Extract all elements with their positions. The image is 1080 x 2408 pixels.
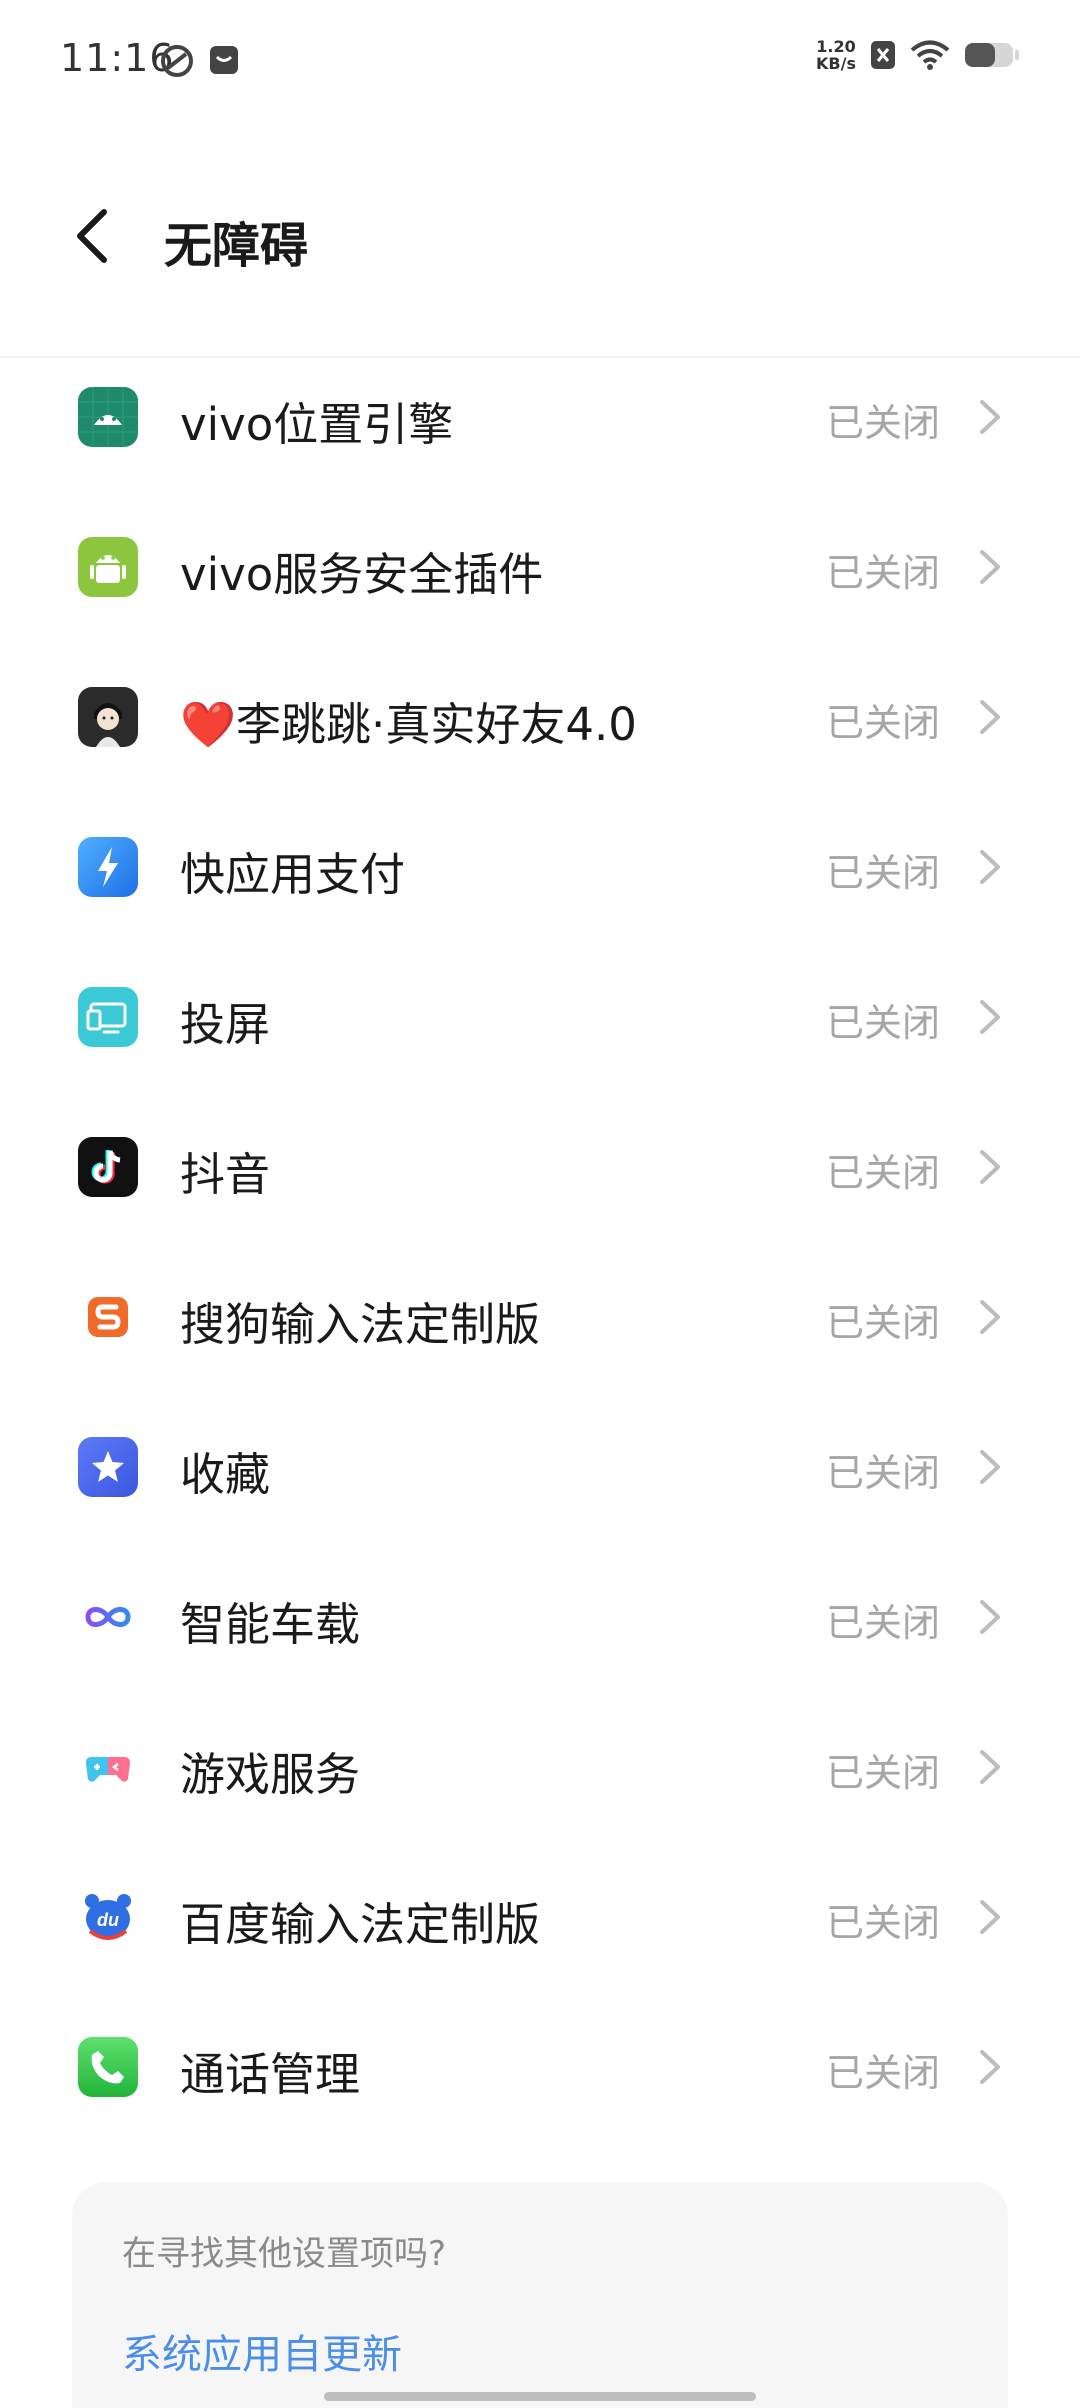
chevron-right-icon (980, 1300, 1000, 1334)
network-speed-value: 1.20 (816, 37, 856, 56)
list-item-baidu-input[interactable]: du 百度输入法定制版 已关闭 (0, 1842, 1080, 1992)
list-item-douyin[interactable]: 抖音 已关闭 (0, 1092, 1080, 1242)
list-item-status: 已关闭 (825, 1001, 940, 1045)
list-item-status: 已关闭 (825, 851, 940, 895)
more-settings-card: 在寻找其他设置项吗? 系统应用自更新 (72, 2182, 1008, 2408)
chevron-right-icon (980, 400, 1000, 434)
baidu-du-icon: du (78, 1887, 138, 1947)
list-item-label: vivo服务安全插件 (180, 548, 544, 601)
battery-icon (965, 43, 1019, 67)
no-sim-icon (871, 41, 895, 69)
infinity-icon (78, 1587, 138, 1647)
list-item-status: 已关闭 (825, 401, 940, 445)
star-icon (78, 1437, 138, 1497)
network-speed-unit: KB/s (816, 54, 856, 73)
list-item-status: 已关闭 (825, 701, 940, 745)
chevron-right-icon (980, 550, 1000, 584)
list-item-status: 已关闭 (825, 1901, 940, 1945)
sogou-icon (78, 1287, 138, 1347)
chevron-right-icon (980, 1900, 1000, 1934)
back-arrow-icon[interactable] (68, 206, 116, 266)
message-notification-icon (210, 46, 238, 74)
list-item-game-service[interactable]: 游戏服务 已关闭 (0, 1692, 1080, 1842)
list-item-label: 抖音 (180, 1148, 271, 1201)
android-green-icon (78, 387, 138, 447)
list-item-screen-cast[interactable]: 投屏 已关闭 (0, 942, 1080, 1092)
status-bar: 11:16 1.20 KB/s (0, 0, 1080, 130)
list-item-call-management[interactable]: 通话管理 已关闭 (0, 1992, 1080, 2142)
network-speed: 1.20 KB/s (816, 38, 856, 72)
list-item-label: 智能车载 (180, 1598, 361, 1651)
list-item-vivo-security-plugin[interactable]: vivo服务安全插件 已关闭 (0, 492, 1080, 642)
chevron-right-icon (980, 2050, 1000, 2084)
list-item-vivo-location-engine[interactable]: vivo位置引擎 已关闭 (0, 342, 1080, 492)
status-time: 11:16 (60, 36, 175, 80)
more-settings-question: 在寻找其他设置项吗? (122, 2234, 447, 2274)
list-item-status: 已关闭 (825, 2051, 940, 2095)
list-item-status: 已关闭 (825, 1601, 940, 1645)
list-item-label: 搜狗输入法定制版 (180, 1298, 541, 1351)
list-item-label: 游戏服务 (180, 1748, 361, 1801)
gamepad-icon (78, 1737, 138, 1797)
title-bar: 无障碍 (0, 130, 1080, 358)
list-item-smart-car[interactable]: 智能车载 已关闭 (0, 1542, 1080, 1692)
wifi-icon (910, 40, 950, 70)
douyin-icon (78, 1137, 138, 1197)
home-indicator[interactable] (324, 2392, 756, 2401)
chevron-right-icon (980, 1600, 1000, 1634)
chevron-right-icon (980, 850, 1000, 884)
android-lime-icon (78, 537, 138, 597)
phone-icon (78, 2037, 138, 2097)
avatar-cartoon-icon (78, 687, 138, 747)
status-left-icons (160, 44, 240, 78)
screen-cast-icon (78, 987, 138, 1047)
list-item-status: 已关闭 (825, 1301, 940, 1345)
chevron-right-icon (980, 1450, 1000, 1484)
service-list: vivo位置引擎 已关闭 vivo服务安全插件 已关闭 ❤️李跳跳·真实好友4.… (0, 342, 1080, 2142)
list-item-label: 收藏 (180, 1448, 271, 1501)
chevron-right-icon (980, 700, 1000, 734)
list-item-label: 快应用支付 (180, 848, 406, 901)
lightning-icon (78, 837, 138, 897)
list-item-status: 已关闭 (825, 1751, 940, 1795)
list-item-quick-app-pay[interactable]: 快应用支付 已关闭 (0, 792, 1080, 942)
accessibility-screen: 11:16 1.20 KB/s 无障碍 vivo位置引擎 已关闭 vivo服务安… (0, 0, 1080, 2408)
system-app-auto-update-link[interactable]: 系统应用自更新 (122, 2322, 402, 2380)
leaf-notification-icon (161, 45, 193, 77)
list-item-sogou-input[interactable]: 搜狗输入法定制版 已关闭 (0, 1242, 1080, 1392)
status-right-icons: 1.20 KB/s (816, 38, 1020, 72)
list-item-status: 已关闭 (825, 551, 940, 595)
list-item-status: 已关闭 (825, 1151, 940, 1195)
list-item-label: 百度输入法定制版 (180, 1898, 541, 1951)
list-item-litiaotiao[interactable]: ❤️李跳跳·真实好友4.0 已关闭 (0, 642, 1080, 792)
chevron-right-icon (980, 1000, 1000, 1034)
list-item-status: 已关闭 (825, 1451, 940, 1495)
page-title: 无障碍 (164, 218, 309, 274)
list-item-label: ❤️李跳跳·真实好友4.0 (180, 698, 637, 751)
chevron-right-icon (980, 1750, 1000, 1784)
list-item-label: 通话管理 (180, 2048, 361, 2101)
list-item-label: 投屏 (180, 998, 271, 1051)
svg-text:du: du (97, 1910, 119, 1930)
list-item-label: vivo位置引擎 (180, 398, 454, 451)
chevron-right-icon (980, 1150, 1000, 1184)
list-item-favorites[interactable]: 收藏 已关闭 (0, 1392, 1080, 1542)
